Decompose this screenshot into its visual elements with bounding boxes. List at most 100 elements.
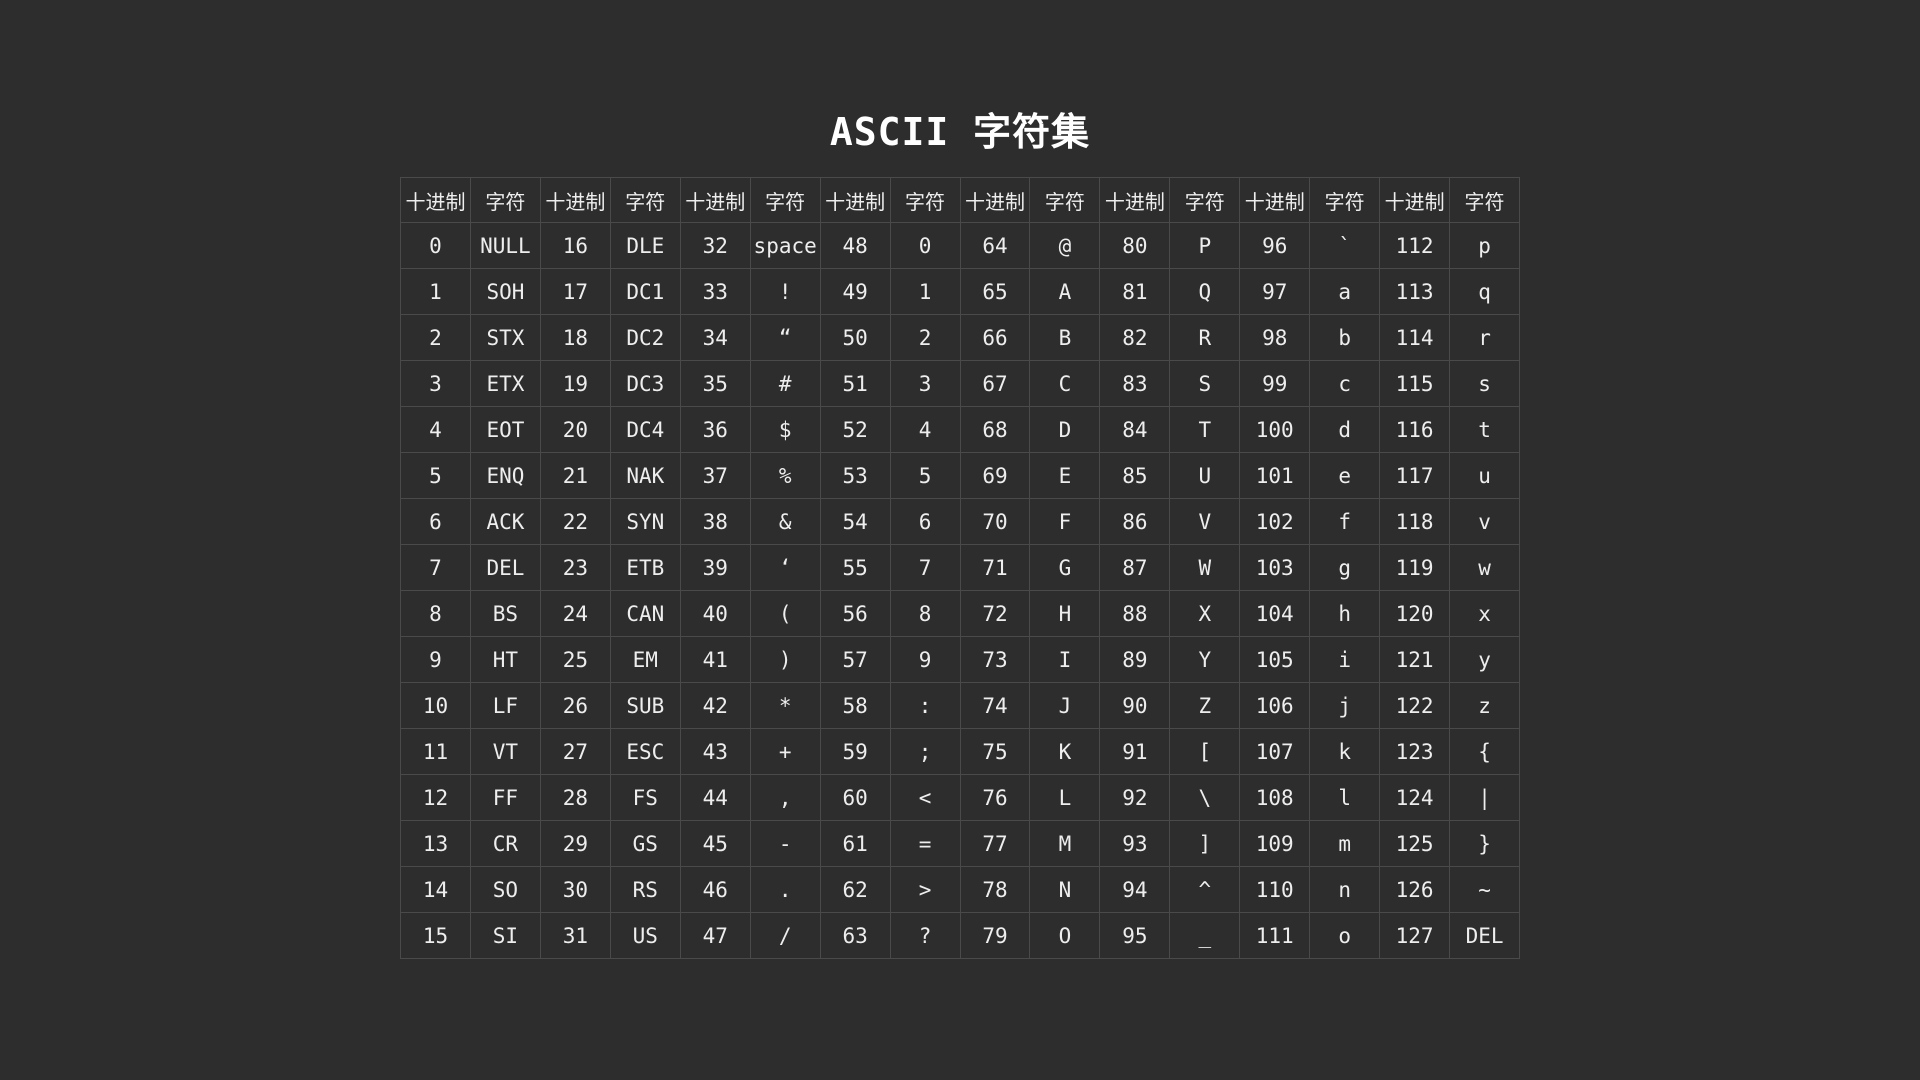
char-cell: RS — [609, 866, 681, 913]
char-cell: - — [749, 820, 821, 867]
decimal-cell: 124 — [1379, 774, 1451, 821]
decimal-cell: 83 — [1099, 360, 1171, 407]
char-cell: q — [1449, 268, 1520, 315]
char-cell: X — [1169, 590, 1241, 637]
header-decimal: 十进制 — [400, 177, 471, 223]
char-cell: EOT — [469, 406, 541, 453]
char-cell: SUB — [609, 682, 681, 729]
char-cell: t — [1449, 406, 1520, 453]
char-cell: 4 — [889, 406, 961, 453]
char-cell: ^ — [1169, 866, 1241, 913]
char-cell: o — [1309, 912, 1381, 959]
decimal-cell: 55 — [819, 544, 891, 591]
char-cell: ( — [749, 590, 821, 637]
char-cell: y — [1449, 636, 1520, 683]
decimal-cell: 70 — [959, 498, 1031, 545]
decimal-cell: 90 — [1099, 682, 1171, 729]
table-row: 1 SOH 17 DC1 33! 49 1 65 A 81 Q 97 a 113 q — [400, 268, 1520, 315]
decimal-cell: 103 — [1239, 544, 1311, 591]
char-cell: f — [1309, 498, 1381, 545]
char-cell: DEL — [469, 544, 541, 591]
char-cell: FF — [469, 774, 541, 821]
char-cell: i — [1309, 636, 1381, 683]
decimal-cell: 51 — [819, 360, 891, 407]
page-title: ASCII 字符集 — [829, 110, 1091, 154]
decimal-cell: 74 — [959, 682, 1031, 729]
char-cell: h — [1309, 590, 1381, 637]
char-cell: K — [1029, 728, 1101, 775]
decimal-cell: 117 — [1379, 452, 1451, 499]
char-cell: r — [1449, 314, 1520, 361]
decimal-cell: 37 — [679, 452, 751, 499]
decimal-cell: 84 — [1099, 406, 1171, 453]
header-decimal: 十进制 — [1239, 177, 1311, 223]
char-cell: _ — [1169, 912, 1241, 959]
decimal-cell: 107 — [1239, 728, 1311, 775]
decimal-cell: 86 — [1099, 498, 1171, 545]
char-cell: ` — [1309, 222, 1381, 269]
char-cell: a — [1309, 268, 1381, 315]
char-cell: EM — [609, 636, 681, 683]
decimal-cell: 8 — [400, 590, 471, 637]
char-cell: V — [1169, 498, 1241, 545]
decimal-cell: 2 — [400, 314, 471, 361]
char-cell: g — [1309, 544, 1381, 591]
decimal-cell: 79 — [959, 912, 1031, 959]
decimal-cell: 40 — [679, 590, 751, 637]
char-cell: Z — [1169, 682, 1241, 729]
char-cell: v — [1449, 498, 1520, 545]
decimal-cell: 92 — [1099, 774, 1171, 821]
table-row: 4 EOT 20 DC4 36 $52 4 68 D 84 T 100 d 116 t — [400, 406, 1520, 453]
table-row: 7 DEL 23 ETB 39 ‘55 7 71 G 87 W 103 g 119 w — [400, 544, 1520, 591]
char-cell: * — [749, 682, 821, 729]
decimal-cell: 57 — [819, 636, 891, 683]
decimal-cell: 10 — [400, 682, 471, 729]
decimal-cell: 118 — [1379, 498, 1451, 545]
decimal-cell: 28 — [539, 774, 611, 821]
decimal-cell: 71 — [959, 544, 1031, 591]
char-cell: w — [1449, 544, 1520, 591]
decimal-cell: 125 — [1379, 820, 1451, 867]
decimal-cell: 54 — [819, 498, 891, 545]
decimal-cell: 111 — [1239, 912, 1311, 959]
decimal-cell: 31 — [539, 912, 611, 959]
decimal-cell: 4 — [400, 406, 471, 453]
char-cell: M — [1029, 820, 1101, 867]
char-cell: : — [889, 682, 961, 729]
decimal-cell: 72 — [959, 590, 1031, 637]
decimal-cell: 68 — [959, 406, 1031, 453]
table-row: 15 SI 31 US 47/63? 79 O 95 _ 111 o 127 DEL — [400, 912, 1520, 959]
decimal-cell: 106 — [1239, 682, 1311, 729]
header-char: 字符 — [749, 177, 821, 223]
decimal-cell: 96 — [1239, 222, 1311, 269]
decimal-cell: 14 — [400, 866, 471, 913]
table-row: 12 FF 28 FS 44, 60 <76 L 92 \ 108 l 124 | — [400, 774, 1520, 821]
char-cell: 7 — [889, 544, 961, 591]
char-cell: O — [1029, 912, 1101, 959]
char-cell: } — [1449, 820, 1520, 867]
table-row: 11 VT 27 ESC 43 +59; 75 K 91[107 k 123{ — [400, 728, 1520, 775]
decimal-cell: 85 — [1099, 452, 1171, 499]
decimal-cell: 1 — [400, 268, 471, 315]
char-cell: DC3 — [609, 360, 681, 407]
table-body: 0 NULL 16 DLE 32 space 48 0 64 @80 P 96 ` 112 p 1 SOH 17 D… — [400, 222, 1520, 959]
header-char: 字符 — [1029, 177, 1101, 223]
decimal-cell: 65 — [959, 268, 1031, 315]
decimal-cell: 62 — [819, 866, 891, 913]
char-cell: b — [1309, 314, 1381, 361]
char-cell: DEL — [1449, 912, 1520, 959]
decimal-cell: 66 — [959, 314, 1031, 361]
char-cell: L — [1029, 774, 1101, 821]
char-cell: e — [1309, 452, 1381, 499]
char-cell: ? — [889, 912, 961, 959]
char-cell: < — [889, 774, 961, 821]
decimal-cell: 18 — [539, 314, 611, 361]
decimal-cell: 122 — [1379, 682, 1451, 729]
char-cell: R — [1169, 314, 1241, 361]
decimal-cell: 22 — [539, 498, 611, 545]
char-cell: ENQ — [469, 452, 541, 499]
decimal-cell: 80 — [1099, 222, 1171, 269]
char-cell: / — [749, 912, 821, 959]
header-decimal: 十进制 — [959, 177, 1031, 223]
char-cell: x — [1449, 590, 1520, 637]
